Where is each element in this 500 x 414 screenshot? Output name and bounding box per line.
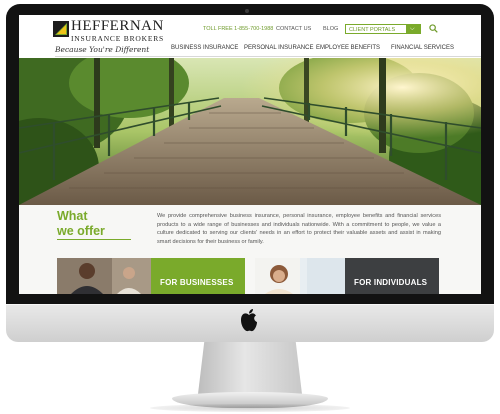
nav-personal-insurance[interactable]: PERSONAL INSURANCE [244,45,313,51]
contact-us-link[interactable]: CONTACT US [276,26,311,32]
monitor-stand-neck [198,342,302,394]
website-screen: HEFFERNAN INSURANCE BROKERS Because You'… [19,15,481,294]
offer-underline [57,239,131,240]
logo-tagline: Because You're Different [55,45,150,54]
hero-image [19,58,481,205]
for-businesses-card[interactable]: FOR BUSINESSES [151,258,245,294]
nav-divider [55,56,481,57]
search-icon[interactable] [429,24,438,33]
business-people-photo [57,258,151,294]
nav-employee-benefits[interactable]: EMPLOYEE BENEFITS [316,45,380,51]
apple-logo-icon [241,309,257,332]
nav-business-insurance[interactable]: BUSINESS INSURANCE [171,45,238,51]
offer-heading: What we offer [57,209,105,239]
site-header: HEFFERNAN INSURANCE BROKERS Because You'… [19,15,481,58]
offer-heading-line2: we offer [57,224,105,238]
logo-name[interactable]: HEFFERNAN [71,18,164,35]
portal-dropdown-button[interactable]: ⌵ [406,25,420,33]
individuals-photo [255,258,345,294]
client-portals-label: CLIENT PORTALS [349,26,396,33]
imac-device: HEFFERNAN INSURANCE BROKERS Because You'… [0,0,500,414]
stand-shadow [150,404,350,412]
client-portals-select[interactable]: CLIENT PORTALS ⌵ [345,24,421,34]
chevron-down-icon: ⌵ [410,26,415,32]
for-businesses-label: FOR BUSINESSES [160,278,234,287]
what-we-offer-section: What we offer We provide comprehensive b… [19,205,481,294]
offer-heading-line1: What [57,209,88,223]
toll-free-link[interactable]: TOLL FREE 1-855-700-1988 [203,26,273,32]
logo-mark-icon [53,21,69,37]
for-individuals-card[interactable]: FOR INDIVIDUALS [345,258,439,294]
blog-link[interactable]: BLOG [323,26,338,32]
for-individuals-label: FOR INDIVIDUALS [354,278,428,287]
camera-icon [245,9,249,13]
logo-subtitle: INSURANCE BROKERS [71,34,164,43]
nav-financial-services[interactable]: FINANCIAL SERVICES [391,45,454,51]
offer-description: We provide comprehensive business insura… [157,213,441,245]
